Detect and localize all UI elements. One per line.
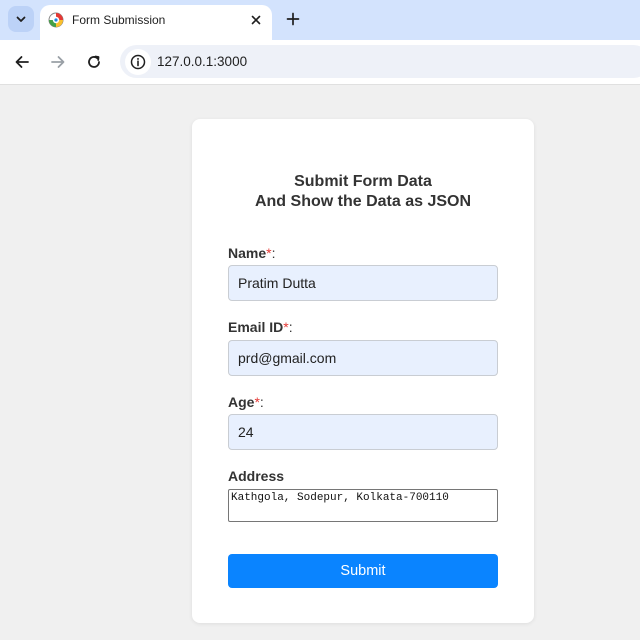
form-heading: Submit Form Data And Show the Data as JS… <box>192 172 534 212</box>
address-bar[interactable]: 127.0.0.1:3000 <box>120 45 640 78</box>
tab-strip: Form Submission <box>0 0 640 40</box>
age-label: Age*: <box>228 394 264 410</box>
email-input[interactable] <box>228 340 498 376</box>
new-tab-button[interactable] <box>282 8 304 30</box>
reload-button[interactable] <box>82 50 106 74</box>
name-input[interactable] <box>228 265 498 301</box>
favicon-icon <box>48 12 64 28</box>
close-icon <box>251 15 261 25</box>
tab-search-button[interactable] <box>8 6 34 32</box>
back-button[interactable] <box>10 50 34 74</box>
plus-icon <box>286 12 300 26</box>
form-card: Submit Form Data And Show the Data as JS… <box>192 119 534 623</box>
active-tab[interactable]: Form Submission <box>40 5 272 40</box>
heading-line-2: And Show the Data as JSON <box>254 193 472 210</box>
age-input[interactable] <box>228 414 498 450</box>
info-icon <box>130 54 146 70</box>
forward-button[interactable] <box>46 50 70 74</box>
reload-icon <box>88 55 100 68</box>
site-info-button[interactable] <box>125 49 151 75</box>
name-label: Name*: <box>228 245 276 261</box>
heading-line-1: Submit Form Data <box>294 173 432 190</box>
address-textarea[interactable]: Kathgola, Sodepur, Kolkata-700110 <box>228 489 498 522</box>
browser-toolbar: 127.0.0.1:3000 <box>0 40 640 85</box>
chevron-down-icon <box>16 16 26 22</box>
forward-arrow-icon <box>51 56 65 68</box>
back-arrow-icon <box>15 56 29 68</box>
url-text: 127.0.0.1:3000 <box>157 54 248 69</box>
tab-close-button[interactable] <box>246 10 266 30</box>
address-label: Address <box>228 468 285 484</box>
tab-title: Form Submission <box>72 13 166 27</box>
submit-button[interactable]: Submit <box>228 554 498 588</box>
email-label: Email ID*: <box>228 319 293 335</box>
